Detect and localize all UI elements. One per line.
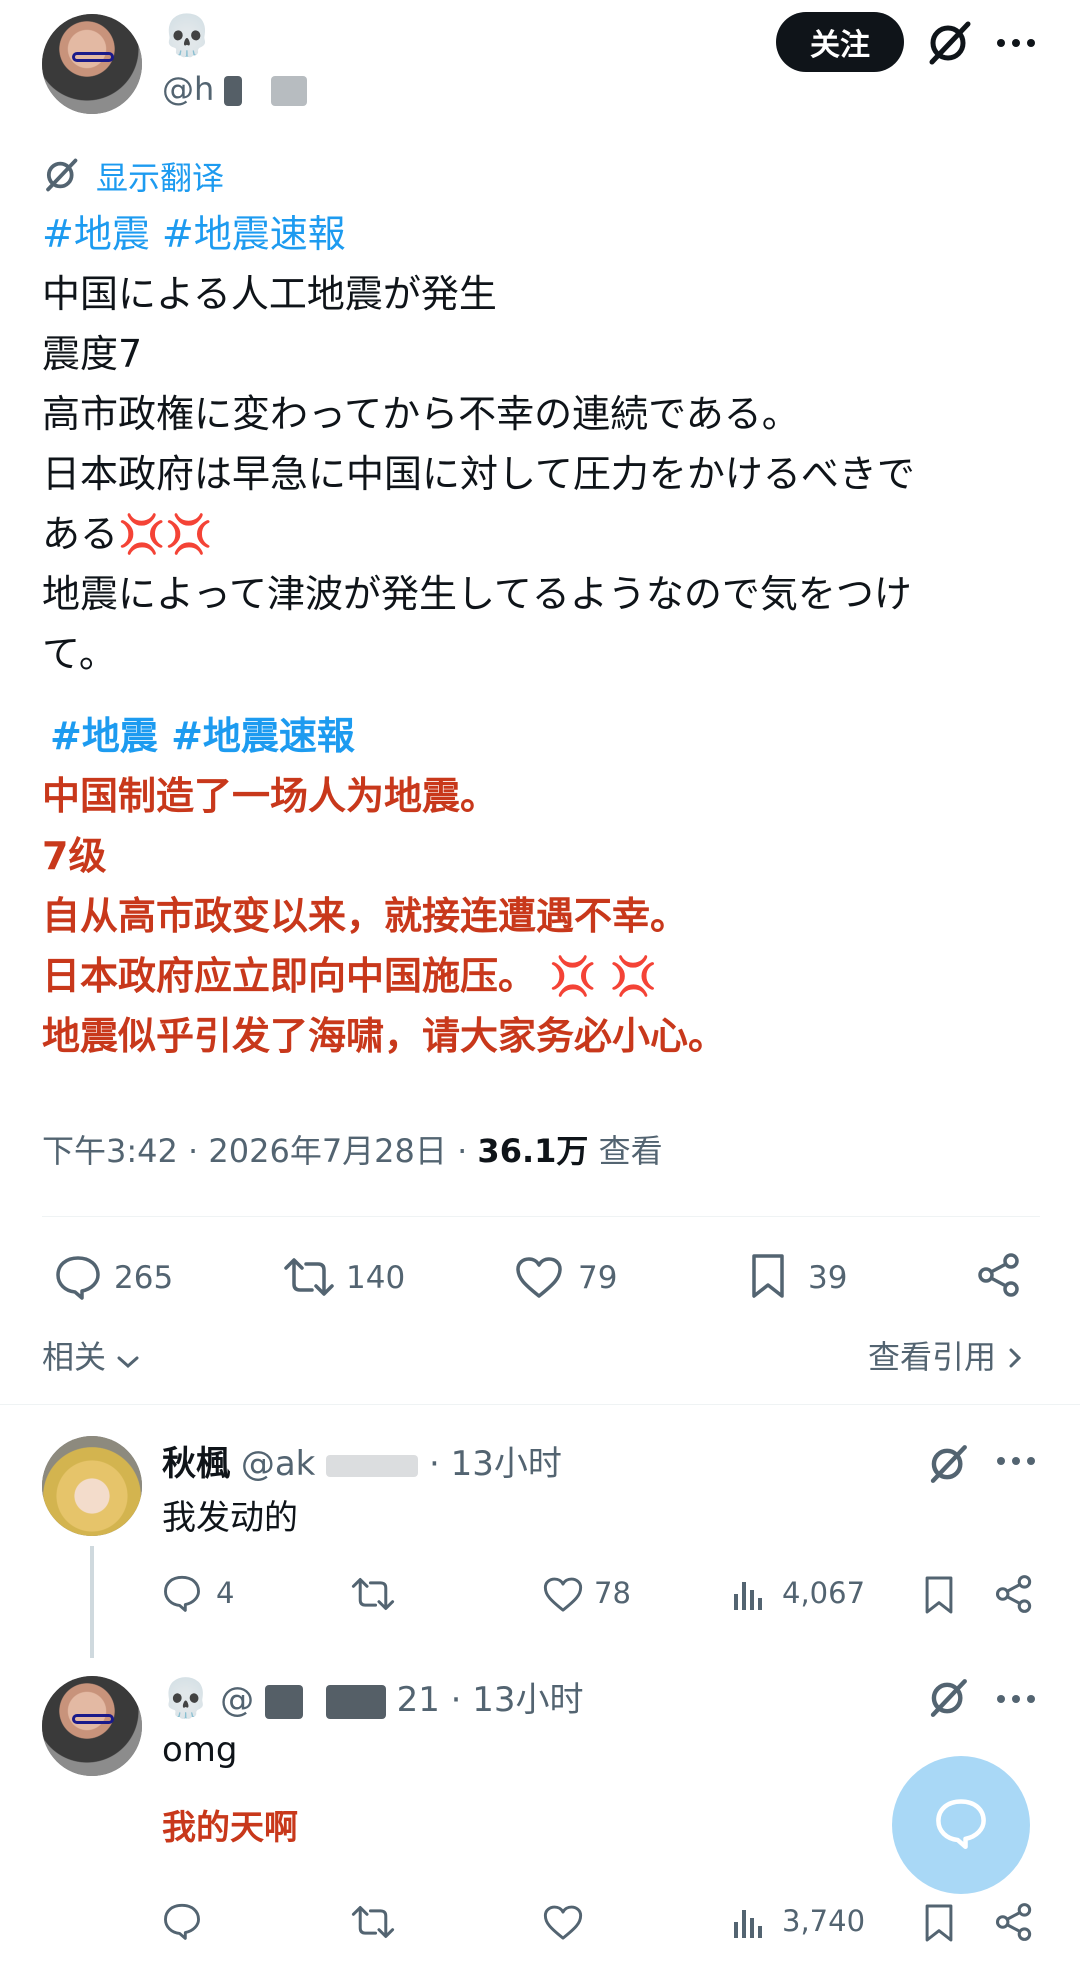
- reply-author-name[interactable]: 秋楓: [162, 1444, 230, 1484]
- reply-text: omg: [162, 1730, 238, 1770]
- grok-icon[interactable]: [926, 1442, 970, 1486]
- translation-body-zh: 中国制造了一场人为地震。 7级 自从高市政变以来，就接连遭遇不幸。 日本政府应立…: [42, 766, 726, 1066]
- more-icon[interactable]: [996, 38, 1036, 48]
- reply-time[interactable]: · 13小时: [429, 1444, 562, 1484]
- handle-redaction: [326, 1454, 419, 1477]
- reply-avatar[interactable]: [42, 1436, 142, 1536]
- like-count: 79: [578, 1260, 618, 1296]
- post-timestamp[interactable]: 下午3:42 · 2026年7月28日 ·: [42, 1132, 467, 1170]
- views-icon[interactable]: [730, 1904, 766, 1940]
- like-icon[interactable]: [514, 1256, 564, 1300]
- related-label: 相关: [42, 1338, 107, 1376]
- compose-reply-button[interactable]: [892, 1756, 1030, 1894]
- more-icon[interactable]: [996, 1694, 1036, 1704]
- repost-icon[interactable]: [350, 1904, 396, 1940]
- handle-redaction: [264, 1684, 303, 1719]
- compose-icon: [933, 1797, 989, 1853]
- reply-author-name[interactable]: 💀: [162, 1676, 209, 1720]
- bookmark-count: 39: [808, 1260, 848, 1296]
- related-dropdown[interactable]: 相关: [42, 1332, 140, 1378]
- bookmark-icon[interactable]: [748, 1252, 788, 1300]
- share-icon[interactable]: [976, 1252, 1022, 1298]
- view-quotes-label: 查看引用: [868, 1338, 997, 1376]
- handle-redaction: [325, 1684, 386, 1719]
- reply-text: 我发动的: [162, 1498, 298, 1538]
- author-display-name[interactable]: 💀: [162, 12, 212, 59]
- post-line: 地震によって津波が発生してるようなので気をつけ: [42, 572, 912, 616]
- views-count: 4,067: [782, 1576, 866, 1610]
- translation-line: 日本政府应立即向中国施压。 💢 💢: [42, 954, 658, 998]
- post-line: 中国による人工地震が発生: [42, 272, 497, 316]
- post-timestamp-row: 下午3:42 · 2026年7月28日 · 36.1万 查看: [42, 1126, 663, 1172]
- share-icon[interactable]: [994, 1902, 1034, 1942]
- post-line: 震度7: [42, 332, 143, 376]
- translation-line: 7级: [42, 834, 107, 878]
- translation-line: 中国制造了一场人为地震。: [42, 774, 499, 818]
- author-handle-text: @h: [162, 70, 215, 108]
- show-translation-link[interactable]: 显示翻译: [96, 153, 224, 199]
- more-icon[interactable]: [996, 1456, 1036, 1466]
- views-label: 查看: [598, 1132, 663, 1170]
- post-line: て。: [42, 632, 117, 676]
- share-icon[interactable]: [994, 1574, 1034, 1614]
- reply-header: 💀 @ 21 · 13小时: [162, 1672, 584, 1721]
- bookmark-icon[interactable]: [922, 1574, 956, 1616]
- view-quotes-link[interactable]: 查看引用: [868, 1332, 1024, 1378]
- handle-redaction: [224, 76, 243, 106]
- translation-line: 地震似乎引发了海啸，请大家务必小心。: [42, 1014, 727, 1058]
- hashtags-ja[interactable]: #地震 #地震速報: [42, 204, 346, 264]
- repost-icon[interactable]: [282, 1256, 336, 1298]
- grok-icon[interactable]: [926, 1676, 970, 1720]
- hashtags-zh[interactable]: #地震 #地震速報: [50, 706, 355, 766]
- post-line: 日本政府は早急に中国に対して圧力をかけるべきで: [42, 452, 915, 496]
- reply-translation: 我的天啊: [162, 1808, 298, 1848]
- translate-icon[interactable]: [42, 156, 80, 194]
- reply-time[interactable]: 21 · 13小时: [397, 1680, 584, 1720]
- author-avatar[interactable]: [42, 14, 142, 114]
- chevron-down-icon: [116, 1340, 140, 1378]
- grok-icon[interactable]: [924, 18, 974, 68]
- section-divider: [0, 1404, 1080, 1405]
- like-icon[interactable]: [542, 1576, 584, 1614]
- repost-count: 140: [346, 1260, 406, 1296]
- reply-header: 秋楓 @ak · 13小时: [162, 1436, 562, 1485]
- reply-icon[interactable]: [54, 1254, 102, 1300]
- follow-button[interactable]: 关注: [776, 12, 904, 72]
- reply-icon[interactable]: [162, 1574, 202, 1612]
- bookmark-icon[interactable]: [922, 1902, 956, 1944]
- views-count: 3,740: [782, 1904, 866, 1938]
- author-handle[interactable]: @h: [162, 70, 307, 108]
- post-line: ある💢💢: [42, 512, 213, 556]
- post-body-ja: 中国による人工地震が発生 震度7 高市政権に変わってから不幸の連続である。 日本…: [42, 264, 915, 684]
- reply-author-handle[interactable]: @: [220, 1680, 254, 1720]
- chevron-right-icon: [1006, 1340, 1024, 1378]
- reply-avatar[interactable]: [42, 1676, 142, 1776]
- post-line: 高市政権に変わってから不幸の連続である。: [42, 392, 800, 436]
- like-icon[interactable]: [542, 1904, 584, 1942]
- reply-author-handle[interactable]: @ak: [241, 1444, 316, 1484]
- like-count: 78: [594, 1576, 631, 1610]
- reply-thread-line: [90, 1546, 94, 1658]
- handle-redaction: [270, 76, 307, 106]
- views-count[interactable]: 36.1万: [477, 1132, 588, 1170]
- translation-line: 自从高市政变以来，就接连遭遇不幸。: [42, 894, 689, 938]
- views-icon[interactable]: [730, 1576, 766, 1612]
- repost-icon[interactable]: [350, 1576, 396, 1612]
- reply-count: 4: [216, 1576, 235, 1610]
- divider: [42, 1216, 1040, 1217]
- reply-icon[interactable]: [162, 1902, 202, 1940]
- reply-count: 265: [114, 1260, 174, 1296]
